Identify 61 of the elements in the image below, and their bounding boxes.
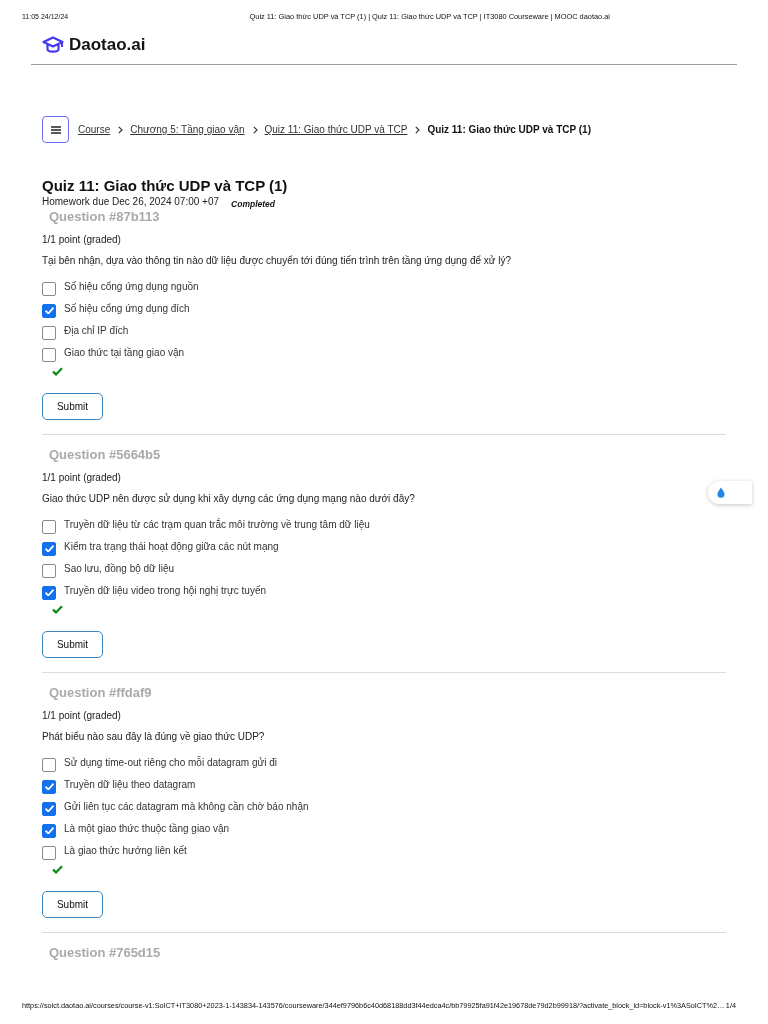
tick-icon xyxy=(44,589,54,596)
option-label: Truyền dữ liệu theo datagram xyxy=(64,778,196,792)
question-text: Tại bên nhận, dựa vào thông tin nào dữ liệu được chuyển tới đúng tiến trình trên tầng ứng dụng để xử lý? xyxy=(42,254,512,268)
checkbox[interactable] xyxy=(42,325,56,340)
chevron-right-icon xyxy=(118,126,124,134)
menu-button[interactable] xyxy=(42,116,69,143)
submit-button[interactable]: Submit xyxy=(42,393,103,420)
chevron-right-icon xyxy=(252,126,258,134)
tick-icon xyxy=(44,307,54,314)
breadcrumb-link[interactable]: Chương 5: Tầng giao vận xyxy=(130,123,245,136)
checkbox[interactable] xyxy=(42,541,56,556)
checkbox[interactable] xyxy=(42,585,56,600)
option-label: Truyền dữ liệu video trong hội nghị trực tuyến xyxy=(64,584,267,598)
checkbox[interactable] xyxy=(42,303,56,318)
breadcrumb-current: Quiz 11: Giao thức UDP và TCP (1) xyxy=(427,123,591,136)
question-heading: Question #5664b5 xyxy=(49,447,161,463)
points-label: 1/1 point (graded) xyxy=(42,233,121,247)
quiz-title: Quiz 11: Giao thức UDP và TCP (1) xyxy=(42,177,288,195)
chevron-right-icon xyxy=(415,126,421,134)
points-label: 1/1 point (graded) xyxy=(42,709,121,723)
checkbox[interactable] xyxy=(42,779,56,794)
checkbox[interactable] xyxy=(42,519,56,534)
question-text: Phát biểu nào sau đây là đúng về giao thức UDP? xyxy=(42,730,265,744)
tick-icon xyxy=(44,545,54,552)
option-label: Truyền dữ liệu từ các trạm quan trắc môi trường về trung tâm dữ liệu xyxy=(64,518,370,532)
option-label: Giao thức tại tầng giao vận xyxy=(64,346,185,360)
question-heading: Question #87b113 xyxy=(49,209,160,225)
checkbox[interactable] xyxy=(42,801,56,816)
logo-icon[interactable] xyxy=(42,35,64,54)
submit-button[interactable]: Submit xyxy=(42,631,103,658)
submit-button[interactable]: Submit xyxy=(42,891,103,918)
checkbox[interactable] xyxy=(42,823,56,838)
completion-status: Completed xyxy=(231,199,275,209)
tick-icon xyxy=(44,827,54,834)
due-date: Homework due Dec 26, 2024 07:00 +07 xyxy=(42,195,220,209)
option-label: Gửi liên tục các datagram mà không cần chờ báo nhận xyxy=(64,800,309,814)
option-label: Địa chỉ IP đích xyxy=(64,324,129,338)
breadcrumb-link[interactable]: Quiz 11: Giao thức UDP và TCP xyxy=(264,123,408,136)
checkbox[interactable] xyxy=(42,347,56,362)
checkbox[interactable] xyxy=(42,757,56,772)
checkbox[interactable] xyxy=(42,845,56,860)
checkbox[interactable] xyxy=(42,281,56,296)
option-label: Số hiệu cổng ứng dụng đích xyxy=(64,302,190,316)
option-label: Là một giao thức thuộc tầng giao vận xyxy=(64,822,230,836)
question-text: Giao thức UDP nên được sử dụng khi xây dựng các ứng dụng mạng nào dưới đây? xyxy=(42,492,415,506)
tick-icon xyxy=(44,805,54,812)
checkbox[interactable] xyxy=(42,563,56,578)
option-label: Là giao thức hướng liên kết xyxy=(64,844,187,858)
question-heading: Question #765d15 xyxy=(49,945,161,961)
option-label: Số hiệu cổng ứng dụng nguồn xyxy=(64,280,199,294)
option-label: Sử dụng time-out riêng cho mỗi datagram gửi đi xyxy=(64,756,277,770)
option-label: Kiểm tra trạng thái hoạt động giữa các nút mạng xyxy=(64,540,279,554)
logo-text[interactable]: Daotao.ai xyxy=(69,34,146,55)
question-heading: Question #ffdaf9 xyxy=(49,685,152,701)
points-label: 1/1 point (graded) xyxy=(42,471,121,485)
breadcrumb-link[interactable]: Course xyxy=(78,123,111,136)
tick-icon xyxy=(44,783,54,790)
menu-icon xyxy=(50,125,61,134)
water-drop-icon xyxy=(717,487,725,498)
side-tab-button[interactable] xyxy=(708,481,752,504)
option-label: Sao lưu, đồng bộ dữ liệu xyxy=(64,562,175,576)
